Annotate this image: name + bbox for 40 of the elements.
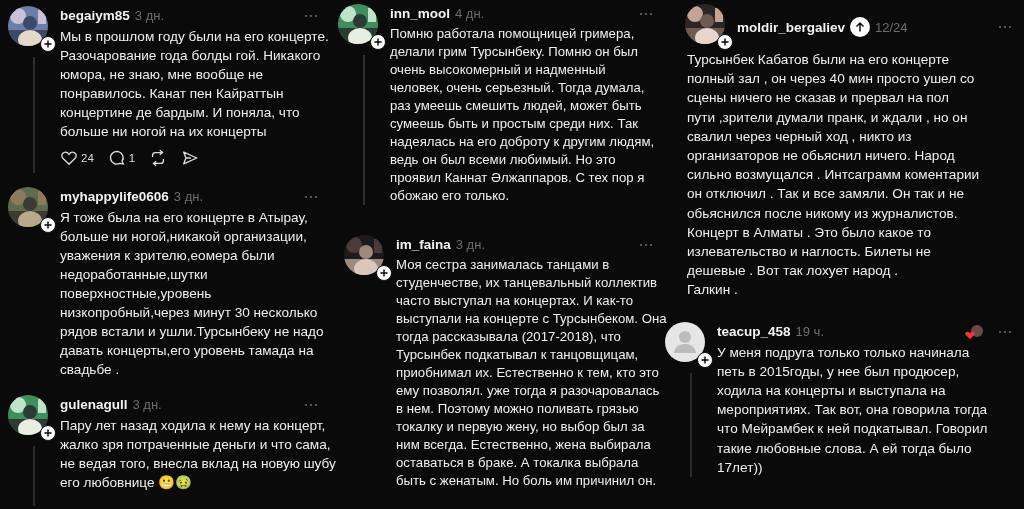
follow-icon[interactable] [717, 34, 733, 50]
username[interactable]: im_faina [396, 237, 451, 252]
follow-icon[interactable] [40, 217, 56, 233]
more-icon[interactable] [304, 13, 318, 18]
reply-button[interactable]: 1 [107, 149, 136, 167]
follow-icon[interactable] [376, 265, 392, 281]
more-icon[interactable] [639, 242, 653, 247]
comment-text: У меня подруга только только начинала петь в 2015годы, у нее был продюсер, ходила на концерты и выступала на мероприятиях. Так вот, она говорила тогда что Мейрамбек к ней подкатывал. Говорил такие любовные слова. А ей тогда было 17лет)) [717, 343, 989, 477]
follow-icon[interactable] [40, 425, 56, 441]
comment-text: Пару лет назад ходила к нему на концерт, жалко зря потраченные деньги и что сама, не ведая того, внесла вклад на новую шубу его любовнице 😬🤢 [60, 417, 336, 492]
post-time: 19 ч. [795, 324, 824, 340]
comment-text: Моя сестра занималась танцами в студенчестве, их танцевальный коллектив часто выступал на концертах. И как-то выступали на концерте с Турсынбеком. Она тогда рассказывала (2017-2018), что Турсынбек подкатывал к танцовщицам, приобнимал их. Естественно к тем, кто это ему позволял. уже тогда я разочаровалась в нем. Поэтому можно поливать грязью токалку и первую жену, но выбор был за ним всегда. Естественно, жена выбирала оставаться в браке. А токалка выбрала быть с женатым. Но боль им причинил он. [396, 256, 667, 490]
post-time: 3 дн. [134, 8, 164, 23]
comment-text: Я тоже была на его концерте в Атырау, больше ни ногой,никакой организации, уважения к зрителю,еомера были недоработанные,шутки поверхностные,уровень низкопробный,через минут 30 несколько рядов встали и ушли.Турсынбеку не надо давать концерты,его уровень тамада на свадьбе . [60, 209, 325, 379]
post-time: 3 дн. [455, 237, 485, 252]
follow-icon[interactable] [697, 351, 713, 368]
more-icon[interactable] [998, 329, 1012, 334]
post-time: 12/24 [875, 19, 908, 35]
post-time: 3 дн. [132, 397, 162, 412]
username[interactable]: inn_mool [390, 6, 450, 21]
comment-text: Турсынбек Кабатов были на его концерте полный зал , он через 40 мин просто ушел со сцены ничего не сказав и прервал на пол пути ,зрители думали пранк, и ждали , но он свалил через черный ход , никто из организаторов не обьяснил ничего. Народ сильно возмущался . Интсаграмм коментарии он отключил . Так и все замяли. Он так и не обьяснился после никому из журналистов. Концерт в Алматы . Это было какое то излевательство и наглость. Билеты не дешевые . Вот так лохует народ . Галкин . [687, 51, 981, 300]
username[interactable]: gulenagull [60, 397, 128, 412]
comment-text: Помню работала помощницей гримера, делали грим Турсынбеку. Помню он был очень высокомерный и надменный человек, очень серьезный. Тогда думала, раз умеешь смешить людей, может быть сумеешь быть и простым среди них. Так надеялась на его доброту к другим людям, ведь он был всеми любимый. Но это проявил Каннат Әлжаппаров. С тех пор я обожаю его только. [390, 25, 656, 205]
more-icon[interactable] [304, 194, 318, 199]
more-icon[interactable] [304, 402, 318, 407]
person-icon [665, 321, 705, 362]
post-time: 3 дн. [173, 189, 204, 204]
share-icon[interactable] [181, 149, 200, 167]
follow-icon[interactable] [40, 36, 56, 52]
comment-text: Мы в прошлом году были на его концерте. Разочарование года болды гой. Никакого юмора, не знаю, мне вообще не понравилось. Канат пен Кайраттын концертине де бардым. И поняла, что больше ни ногой на их концерты [60, 28, 330, 141]
username[interactable]: begaiym85 [60, 8, 130, 23]
username[interactable]: moldir_bergaliev [737, 19, 846, 35]
more-icon[interactable] [998, 25, 1012, 29]
more-icon[interactable] [639, 11, 653, 16]
username[interactable]: teacup_458 [717, 324, 791, 340]
username[interactable]: myhappylife0606 [60, 189, 169, 204]
post-time: 4 дн. [455, 6, 485, 21]
like-button[interactable]: 24 [60, 149, 94, 167]
up-arrow-button[interactable] [850, 17, 871, 37]
follow-icon[interactable] [370, 34, 386, 50]
